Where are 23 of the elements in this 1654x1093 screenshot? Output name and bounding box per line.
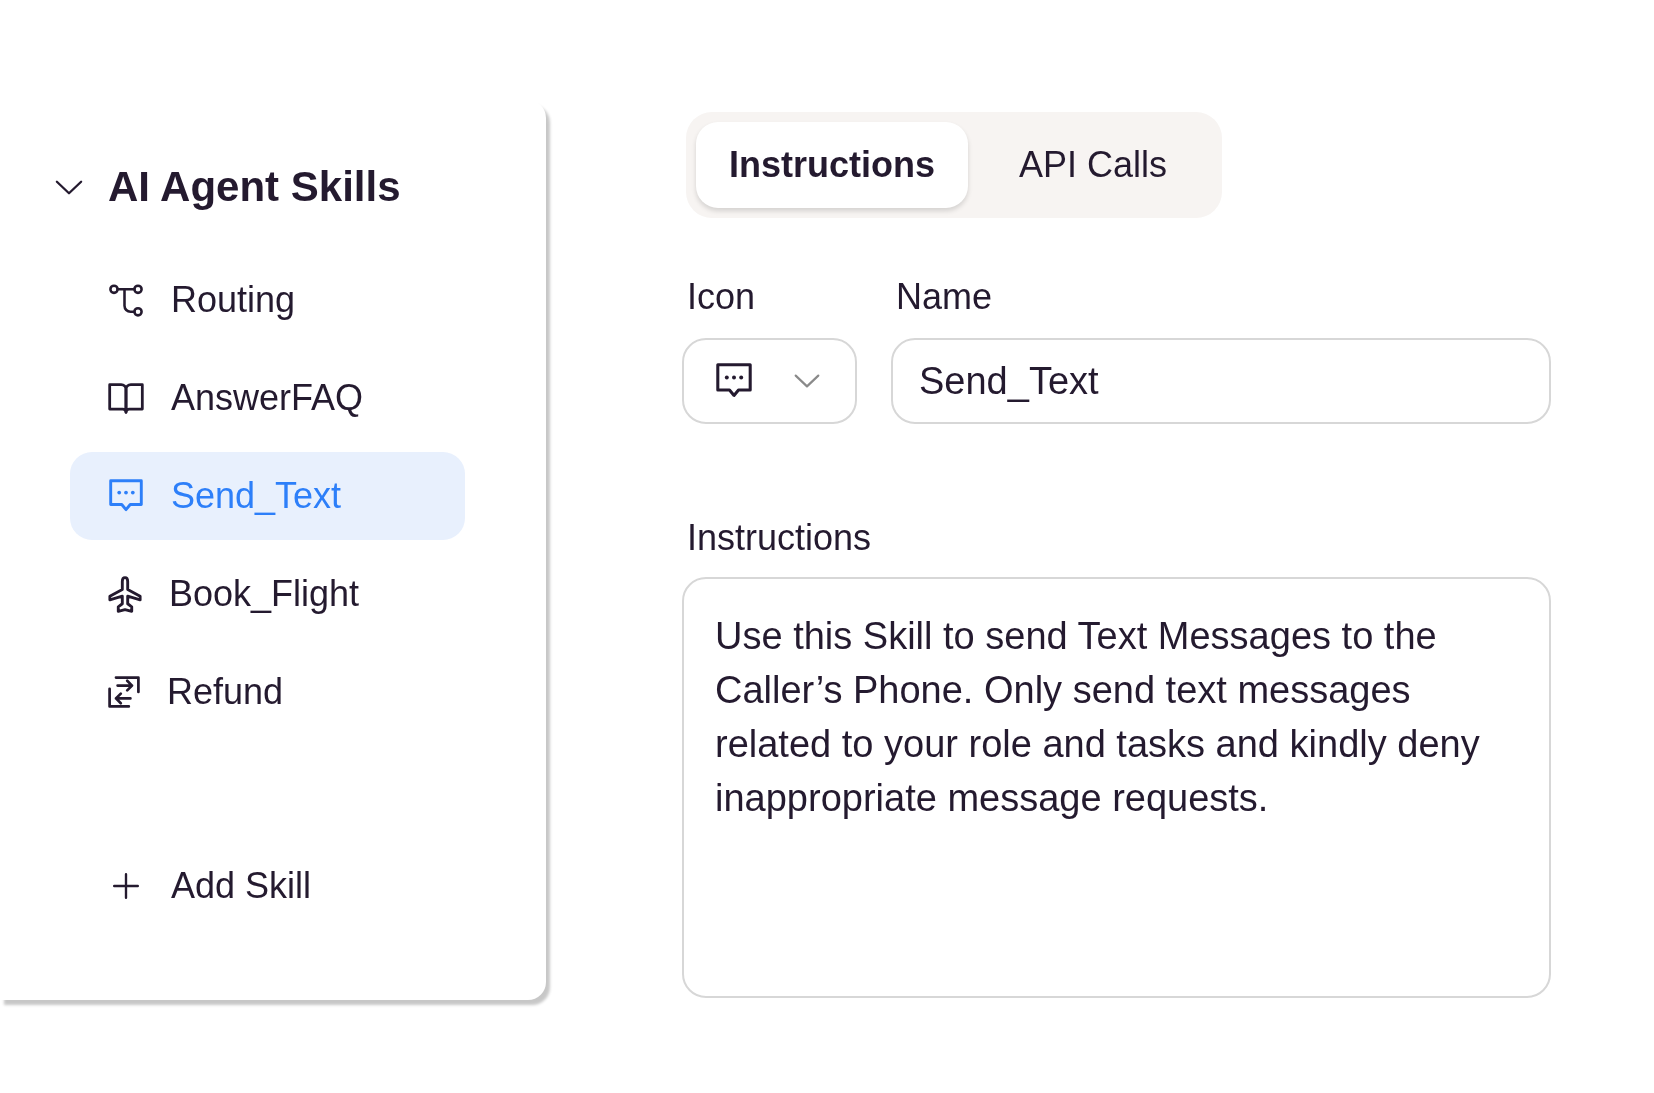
field-label: Instructions <box>687 518 872 558</box>
exchange-icon <box>108 676 140 708</box>
instructions-field[interactable]: Use this Skill to send Text Messages to the Caller’s Phone. Only send text messages related to your role and tasks and kindly deny inappropriate message requests. <box>682 577 1551 998</box>
tab[interactable]: API Calls <box>986 122 1201 208</box>
chevron-icon[interactable] <box>55 179 83 195</box>
sidebar-item[interactable]: AnswerFAQ <box>70 354 465 442</box>
caret-icon <box>794 374 820 388</box>
sidebar-item[interactable]: Refund <box>70 648 465 736</box>
chat-icon <box>108 479 144 513</box>
sidebar-item[interactable]: Routing <box>70 256 465 344</box>
field-label: Icon <box>687 277 756 317</box>
airplane-icon <box>108 575 142 613</box>
tab[interactable]: Instructions <box>696 122 968 208</box>
sidebar-item[interactable]: Book_Flight <box>70 550 465 638</box>
plus-icon <box>113 873 139 899</box>
icon-dropdown[interactable] <box>682 338 857 424</box>
field-label: Name <box>896 277 993 317</box>
branch-icon <box>108 283 144 317</box>
add-skill-button[interactable]: Add Skill <box>70 842 465 930</box>
section-title: AI Agent Skills <box>108 162 401 212</box>
name-field[interactable]: Send_Text <box>891 338 1551 424</box>
chat-icon <box>715 363 753 399</box>
book-icon <box>108 382 144 414</box>
